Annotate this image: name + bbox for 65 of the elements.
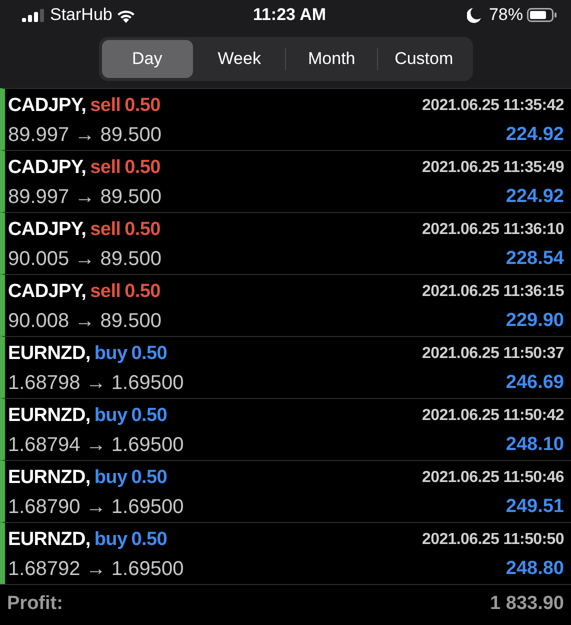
- order-side: buy: [94, 404, 128, 426]
- deal-time: 2021.06.25 11:36:15: [422, 282, 564, 302]
- deal-time: 2021.06.25 11:50:37: [422, 344, 564, 364]
- symbol: CADJPY,: [8, 280, 86, 302]
- carrier-name: StarHub: [50, 4, 112, 26]
- order-volume: 0.50: [124, 156, 160, 178]
- price-change: 89.997 → 89.500: [8, 123, 162, 148]
- symbol: CADJPY,: [8, 94, 86, 116]
- order-side: sell: [90, 280, 121, 302]
- moon-icon: [466, 8, 481, 22]
- order-volume: 0.50: [131, 404, 168, 426]
- deal-time: 2021.06.25 11:36:10: [422, 220, 564, 240]
- symbol: CADJPY,: [8, 156, 86, 178]
- order-side: buy: [94, 528, 128, 550]
- deal-time: 2021.06.25 11:50:50: [422, 530, 564, 550]
- profit-total: 1 833.90: [490, 592, 564, 616]
- symbol: CADJPY,: [8, 218, 86, 240]
- deal-time: 2021.06.25 11:35:49: [422, 158, 564, 178]
- deal-profit: 224.92: [506, 122, 564, 147]
- period-tab[interactable]: Month: [286, 40, 378, 78]
- order-side: sell: [90, 156, 121, 178]
- period-tab[interactable]: Week: [194, 40, 285, 78]
- price-change: 1.68790 → 1.69500: [8, 495, 184, 520]
- order-volume: 0.50: [124, 280, 160, 302]
- deal-profit: 246.69: [506, 370, 564, 395]
- price-change: 90.008 → 89.500: [8, 309, 162, 334]
- deal-time: 2021.06.25 11:50:42: [422, 406, 564, 426]
- period-tab[interactable]: Custom: [378, 40, 470, 78]
- deal-profit: 228.54: [506, 246, 564, 271]
- order-side: sell: [90, 94, 121, 116]
- deal-profit: 248.10: [506, 432, 564, 457]
- price-change: 1.68792 → 1.69500: [8, 557, 184, 582]
- period-tab[interactable]: Day: [102, 40, 193, 78]
- order-side: sell: [90, 218, 121, 240]
- price-change: 1.68794 → 1.69500: [8, 433, 184, 458]
- order-volume: 0.50: [131, 466, 168, 488]
- deal-time: 2021.06.25 11:35:42: [422, 96, 564, 116]
- deal-profit: 229.90: [506, 308, 564, 333]
- order-side: buy: [94, 342, 128, 364]
- symbol: EURNZD,: [8, 404, 90, 426]
- deal-profit: 224.92: [506, 184, 564, 209]
- price-change: 90.005 → 89.500: [8, 247, 162, 272]
- profit-label: Profit:: [7, 592, 63, 616]
- wifi-icon: [116, 8, 136, 22]
- deal-row[interactable]: CADJPY, sell 0.50 2021.06.25 11:35:42 89.997 → 89.500 224.92: [0, 88, 571, 150]
- price-change: 1.68798 → 1.69500: [8, 371, 184, 396]
- deal-profit: 248.80: [506, 556, 564, 581]
- clock-time: 11:23 AM: [252, 4, 326, 26]
- deal-time: 2021.06.25 11:50:46: [422, 468, 564, 488]
- battery-percent: 78%: [488, 4, 523, 26]
- order-side: buy: [94, 466, 128, 488]
- battery-icon: [526, 8, 557, 22]
- order-volume: 0.50: [124, 94, 160, 116]
- symbol: EURNZD,: [8, 466, 90, 488]
- deal-profit: 249.51: [506, 494, 564, 519]
- deal-row[interactable]: EURNZD, buy 0.50 2021.06.25 11:50:50 1.68792 → 1.69500 248.80: [0, 522, 571, 584]
- price-change: 89.997 → 89.500: [8, 185, 162, 210]
- signal-icon: [22, 8, 46, 22]
- symbol: EURNZD,: [8, 342, 90, 364]
- symbol: EURNZD,: [8, 528, 90, 550]
- order-volume: 0.50: [124, 218, 160, 240]
- order-volume: 0.50: [131, 528, 168, 550]
- deal-row[interactable]: CADJPY, sell 0.50 2021.06.25 11:36:10 90.005 → 89.500 228.54: [0, 212, 571, 274]
- deal-row[interactable]: CADJPY, sell 0.50 2021.06.25 11:35:49 89.997 → 89.500 224.92: [0, 150, 571, 212]
- order-volume: 0.50: [131, 342, 168, 364]
